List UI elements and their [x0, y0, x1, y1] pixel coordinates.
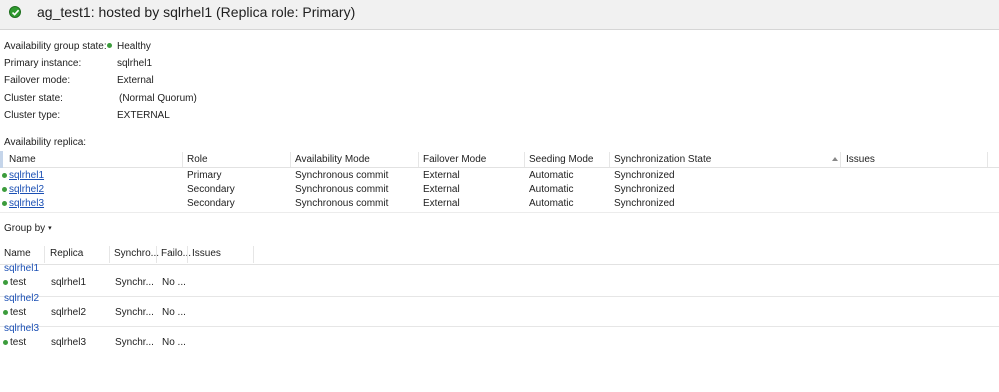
- replica-name-link[interactable]: sqlrhel3: [9, 198, 44, 209]
- table-row[interactable]: sqlrhel1 Primary Synchronous commit Exte…: [0, 169, 999, 183]
- column-divider[interactable]: [253, 246, 254, 263]
- replica-role: Primary: [187, 170, 222, 181]
- column-header-replica[interactable]: Replica: [50, 248, 83, 259]
- column-header-synchronization[interactable]: Synchro...: [114, 248, 159, 259]
- table-row[interactable]: sqlrhel2 Secondary Synchronous commit Ex…: [0, 183, 999, 197]
- replica-role: Secondary: [187, 184, 235, 195]
- healthy-status-icon: [3, 280, 8, 285]
- replica-failover-mode: External: [423, 170, 460, 181]
- replica-role: Secondary: [187, 198, 235, 209]
- replica-sync-state: Synchronized: [614, 184, 675, 195]
- ag-state-value: Healthy: [117, 41, 151, 52]
- chevron-down-icon: ▾: [48, 225, 52, 232]
- ag-state-label: Availability group state:: [4, 41, 107, 52]
- cluster-type-value: EXTERNAL: [117, 110, 170, 121]
- column-header-sync-state[interactable]: Synchronization State: [614, 154, 711, 165]
- replica-failover-mode: External: [423, 184, 460, 195]
- replica-availability-mode: Synchronous commit: [295, 184, 389, 195]
- database-replica: sqlrhel2: [51, 307, 87, 318]
- database-name: test: [10, 307, 27, 318]
- column-header-issues[interactable]: Issues: [846, 154, 875, 165]
- table-row[interactable]: test sqlrhel3 Synchr... No ...: [0, 336, 999, 350]
- table-row[interactable]: test sqlrhel1 Synchr... No ...: [0, 276, 999, 290]
- group-header-sqlrhel1[interactable]: sqlrhel1: [4, 263, 39, 274]
- check-circle-icon: [9, 6, 21, 18]
- column-divider[interactable]: [609, 152, 610, 167]
- group-header-sqlrhel3[interactable]: sqlrhel3: [4, 323, 39, 334]
- divider: [0, 296, 999, 297]
- column-divider[interactable]: [524, 152, 525, 167]
- healthy-status-icon: [3, 340, 8, 345]
- column-divider[interactable]: [156, 246, 157, 263]
- column-divider[interactable]: [418, 152, 419, 167]
- database-name: test: [10, 337, 27, 348]
- column-divider[interactable]: [290, 152, 291, 167]
- row-selector-column[interactable]: [0, 151, 3, 168]
- replica-seeding-mode: Automatic: [529, 170, 574, 181]
- page-title: ag_test1: hosted by sqlrhel1 (Replica ro…: [37, 4, 356, 20]
- replica-sync-state: Synchronized: [614, 170, 675, 181]
- cluster-state-value: (Normal Quorum): [119, 93, 197, 104]
- column-header-name[interactable]: Name: [4, 248, 31, 259]
- divider: [0, 212, 999, 213]
- primary-instance-label: Primary instance:: [4, 58, 82, 69]
- database-grid-header: Name Replica Synchro... Failo... Issues: [0, 244, 999, 265]
- database-sync-state: Synchr...: [115, 337, 154, 348]
- group-header-sqlrhel2[interactable]: sqlrhel2: [4, 293, 39, 304]
- column-divider[interactable]: [109, 246, 110, 263]
- column-header-issues[interactable]: Issues: [192, 248, 221, 259]
- column-divider[interactable]: [44, 246, 45, 263]
- database-replica: sqlrhel3: [51, 337, 87, 348]
- database-sync-state: Synchr...: [115, 277, 154, 288]
- replica-name-link[interactable]: sqlrhel2: [9, 184, 44, 195]
- replica-name-link[interactable]: sqlrhel1: [9, 170, 44, 181]
- column-header-role[interactable]: Role: [187, 154, 208, 165]
- column-header-seeding-mode[interactable]: Seeding Mode: [529, 154, 594, 165]
- column-divider[interactable]: [182, 152, 183, 167]
- column-header-failover-mode[interactable]: Failover Mode: [423, 154, 486, 165]
- group-by-dropdown[interactable]: Group by ▾: [4, 223, 52, 234]
- healthy-status-icon: [2, 173, 7, 178]
- column-divider[interactable]: [840, 152, 841, 167]
- availability-replica-label: Availability replica:: [4, 137, 87, 148]
- database-failover-readiness: No ...: [162, 337, 186, 348]
- replica-availability-mode: Synchronous commit: [295, 170, 389, 181]
- column-divider[interactable]: [987, 152, 988, 167]
- healthy-status-icon: [3, 310, 8, 315]
- cluster-type-label: Cluster type:: [4, 110, 61, 121]
- column-divider[interactable]: [187, 246, 188, 263]
- healthy-status-icon: [2, 187, 7, 192]
- healthy-status-icon: [107, 43, 112, 48]
- database-sync-state: Synchr...: [115, 307, 154, 318]
- database-replica: sqlrhel1: [51, 277, 87, 288]
- database-failover-readiness: No ...: [162, 307, 186, 318]
- replica-failover-mode: External: [423, 198, 460, 209]
- failover-mode-label: Failover mode:: [4, 75, 71, 86]
- sort-ascending-icon: [832, 157, 838, 161]
- divider: [0, 326, 999, 327]
- table-row[interactable]: sqlrhel3 Secondary Synchronous commit Ex…: [0, 197, 999, 211]
- column-header-availability-mode[interactable]: Availability Mode: [295, 154, 370, 165]
- group-by-label: Group by: [4, 223, 46, 234]
- primary-instance-value: sqlrhel1: [117, 58, 153, 69]
- replica-seeding-mode: Automatic: [529, 184, 574, 195]
- dashboard-header: ag_test1: hosted by sqlrhel1 (Replica ro…: [0, 0, 999, 30]
- replica-sync-state: Synchronized: [614, 198, 675, 209]
- database-failover-readiness: No ...: [162, 277, 186, 288]
- column-header-name[interactable]: Name: [9, 154, 36, 165]
- replica-grid-header: Name Role Availability Mode Failover Mod…: [0, 151, 999, 168]
- table-row[interactable]: test sqlrhel2 Synchr... No ...: [0, 306, 999, 320]
- healthy-status-icon: [2, 201, 7, 206]
- cluster-state-label: Cluster state:: [4, 93, 63, 104]
- failover-mode-value: External: [117, 75, 154, 86]
- database-name: test: [10, 277, 27, 288]
- replica-availability-mode: Synchronous commit: [295, 198, 389, 209]
- replica-seeding-mode: Automatic: [529, 198, 574, 209]
